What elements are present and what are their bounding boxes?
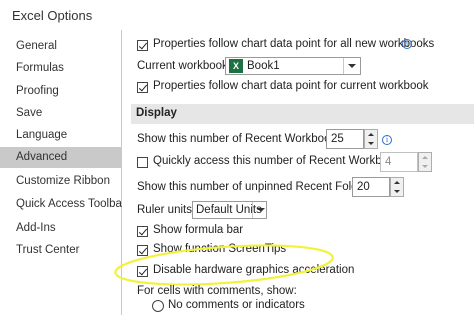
recent-workbooks-value: 25 bbox=[331, 133, 344, 145]
sidebar-item-customize-ribbon[interactable]: Customize Ribbon bbox=[0, 171, 121, 192]
spin-up-icon[interactable] bbox=[368, 133, 374, 136]
unpinned-folders-input[interactable]: 20 bbox=[352, 177, 390, 197]
spin-down-icon[interactable] bbox=[394, 190, 400, 193]
sidebar-item-formulas[interactable]: Formulas bbox=[0, 58, 121, 79]
sidebar-item-general[interactable]: General bbox=[0, 36, 121, 57]
unpinned-folders-label: Show this number of unpinned Recent Fold… bbox=[137, 181, 377, 193]
info-glyph: i bbox=[405, 40, 409, 48]
current-workbook-label: Current workbook: bbox=[137, 60, 231, 72]
sidebar-item-advanced[interactable]: Advanced bbox=[0, 147, 121, 168]
sidebar-item-trust-center[interactable]: Trust Center bbox=[0, 240, 121, 261]
sidebar-item-save[interactable]: Save bbox=[0, 103, 121, 124]
recent-workbooks-label: Show this number of Recent Workbooks: bbox=[137, 133, 346, 145]
quick-access-label: Quickly access this number of Recent Wor… bbox=[153, 155, 410, 167]
no-comments-label: No comments or indicators bbox=[168, 299, 305, 311]
unpinned-folders-stepper[interactable] bbox=[390, 177, 404, 197]
title-bar: Excel Options bbox=[0, 0, 474, 30]
highlight-ellipse bbox=[114, 244, 334, 286]
follow-current-label: Properties follow chart data point for c… bbox=[153, 80, 429, 92]
quick-access-value: 4 bbox=[385, 156, 392, 168]
follow-current-checkbox[interactable] bbox=[137, 82, 148, 93]
window-title: Excel Options bbox=[12, 8, 93, 23]
info-glyph: i bbox=[385, 136, 389, 144]
options-sidebar: General Formulas Proofing Save Language … bbox=[0, 30, 126, 315]
info-icon: i bbox=[402, 39, 412, 49]
formula-bar-checkbox[interactable] bbox=[137, 226, 148, 237]
unpinned-folders-value: 20 bbox=[357, 181, 370, 193]
sidebar-item-language[interactable]: Language bbox=[0, 125, 121, 146]
quick-access-checkbox[interactable] bbox=[137, 157, 148, 168]
recent-workbooks-stepper[interactable] bbox=[364, 129, 378, 149]
display-section-header: Display bbox=[131, 104, 474, 124]
ruler-units-select[interactable]: Default Units bbox=[192, 201, 267, 219]
quick-access-stepper[interactable] bbox=[418, 152, 432, 172]
recent-workbooks-input[interactable]: 25 bbox=[326, 129, 364, 149]
chevron-down-icon[interactable] bbox=[343, 58, 360, 74]
quick-access-input[interactable]: 4 bbox=[380, 152, 418, 172]
sidebar-item-quick-access-toolbar[interactable]: Quick Access Toolbar bbox=[0, 194, 126, 215]
spin-up-icon[interactable] bbox=[422, 156, 428, 159]
excel-workbook-icon: X bbox=[229, 59, 243, 73]
ruler-units-label: Ruler units bbox=[137, 204, 192, 216]
sidebar-item-proofing[interactable]: Proofing bbox=[0, 81, 121, 102]
excel-glyph: X bbox=[232, 61, 239, 71]
chevron-down-icon[interactable] bbox=[252, 202, 266, 218]
current-workbook-value: Book1 bbox=[247, 60, 280, 72]
comments-label: For cells with comments, show: bbox=[137, 285, 297, 297]
spin-down-icon[interactable] bbox=[422, 165, 428, 168]
formula-bar-label: Show formula bar bbox=[153, 224, 244, 236]
no-comments-radio[interactable] bbox=[152, 300, 164, 312]
spin-down-icon[interactable] bbox=[368, 142, 374, 145]
follow-all-checkbox[interactable] bbox=[137, 40, 148, 51]
current-workbook-select[interactable]: X Book1 bbox=[225, 57, 361, 75]
info-icon: i bbox=[382, 135, 392, 145]
follow-all-label: Properties follow chart data point for a… bbox=[153, 38, 435, 50]
display-section-title: Display bbox=[136, 107, 177, 119]
spin-up-icon[interactable] bbox=[394, 181, 400, 184]
sidebar-item-add-ins[interactable]: Add-Ins bbox=[0, 218, 121, 239]
